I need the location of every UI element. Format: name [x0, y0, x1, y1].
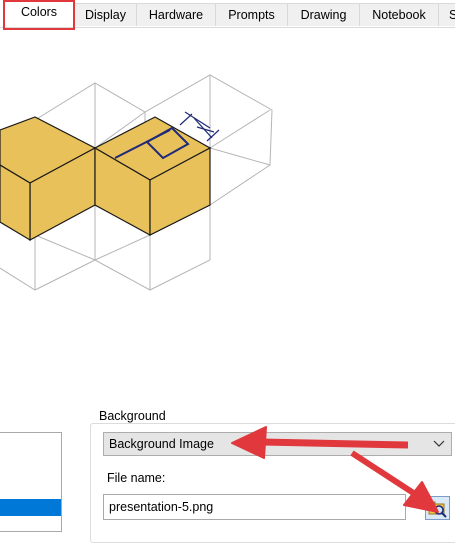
chevron-down-icon [433, 440, 445, 447]
tab-label: Hardware [148, 8, 204, 22]
file-name-input[interactable] [103, 494, 406, 520]
tab-drawing[interactable]: Drawing [287, 3, 360, 26]
tab-colors[interactable]: Colors [3, 0, 75, 27]
left-list-box[interactable] [0, 432, 62, 532]
file-name-label: File name: [107, 471, 166, 485]
tab-label: Display [85, 8, 126, 22]
isometric-preview [0, 28, 455, 400]
isometric-cubes-graphic [0, 74, 273, 291]
tab-notebook[interactable]: Notebook [359, 3, 439, 26]
tab-label: Notebook [372, 8, 426, 22]
list-selected-item[interactable] [0, 499, 61, 516]
tab-label: Prompts [228, 8, 275, 22]
tab-prompts[interactable]: Prompts [215, 3, 288, 26]
browse-button[interactable] [425, 496, 450, 520]
tab-label: Drawing [300, 8, 347, 22]
tab-bar: Colors Display Hardware Prompts Drawing … [0, 0, 455, 28]
background-type-dropdown[interactable]: Background Image [103, 432, 452, 456]
folder-search-icon [428, 501, 447, 518]
tab-overflow[interactable]: S [438, 3, 455, 26]
tab-label: S [449, 8, 455, 22]
background-type-selected: Background Image [109, 437, 214, 451]
tab-label: Colors [20, 5, 58, 19]
tab-display[interactable]: Display [74, 3, 137, 26]
tab-hardware[interactable]: Hardware [136, 3, 216, 26]
background-group-title: Background [96, 409, 169, 423]
